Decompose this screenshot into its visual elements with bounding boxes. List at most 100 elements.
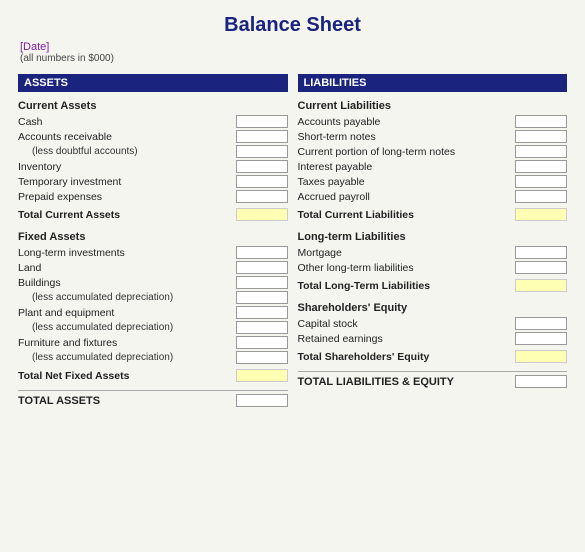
input-inventory[interactable]	[236, 160, 288, 173]
liabilities-column: LIABILITIES Current Liabilities Accounts…	[298, 74, 568, 410]
list-item: Furniture and fixtures	[18, 335, 288, 350]
input-plant-dep[interactable]	[236, 321, 288, 334]
input-buildings[interactable]	[236, 276, 288, 289]
date-label: [Date]	[20, 41, 567, 53]
list-item: (less accumulated depreciation)	[18, 320, 288, 335]
subtitle: (all numbers in $000)	[20, 53, 567, 64]
total-current-liabilities-row: Total Current Liabilities	[298, 206, 568, 223]
item-label: Short-term notes	[298, 131, 516, 143]
total-liabilities-equity-label: TOTAL LIABILITIES & EQUITY	[298, 376, 516, 388]
item-label: Buildings	[18, 277, 236, 289]
item-label: Inventory	[18, 161, 236, 173]
input-ap[interactable]	[515, 115, 567, 128]
list-item: Inventory	[18, 159, 288, 174]
liabilities-header: LIABILITIES	[298, 74, 568, 92]
list-item: Long-term investments	[18, 245, 288, 260]
input-total-current-liab[interactable]	[515, 208, 567, 221]
total-assets-label: TOTAL ASSETS	[18, 395, 236, 407]
assets-header: ASSETS	[18, 74, 288, 92]
list-item: Retained earnings	[298, 331, 568, 346]
list-item: Mortgage	[298, 245, 568, 260]
input-ar[interactable]	[236, 130, 288, 143]
item-label: Other long-term liabilities	[298, 262, 516, 274]
current-assets-title: Current Assets	[18, 100, 288, 112]
total-liabilities-equity-row: TOTAL LIABILITIES & EQUITY	[298, 371, 568, 391]
input-furniture[interactable]	[236, 336, 288, 349]
input-interest[interactable]	[515, 160, 567, 173]
input-furniture-dep[interactable]	[236, 351, 288, 364]
list-item: Plant and equipment	[18, 305, 288, 320]
item-label: Capital stock	[298, 318, 516, 330]
equity-title: Shareholders' Equity	[298, 302, 568, 314]
list-item: Interest payable	[298, 159, 568, 174]
item-label: Current portion of long-term notes	[298, 146, 516, 158]
item-label: Plant and equipment	[18, 307, 236, 319]
list-item: Accounts receivable	[18, 129, 288, 144]
page: Balance Sheet [Date] (all numbers in $00…	[0, 0, 585, 552]
list-item: Cash	[18, 114, 288, 129]
total-fixed-assets-row: Total Net Fixed Assets	[18, 367, 288, 384]
item-label: Accrued payroll	[298, 191, 516, 203]
total-fixed-assets-label: Total Net Fixed Assets	[18, 370, 236, 382]
input-total-fixed-assets[interactable]	[236, 369, 288, 382]
input-prepaid[interactable]	[236, 190, 288, 203]
current-liabilities-title: Current Liabilities	[298, 100, 568, 112]
page-title: Balance Sheet	[18, 14, 567, 37]
input-plant[interactable]	[236, 306, 288, 319]
input-land[interactable]	[236, 261, 288, 274]
item-label: (less accumulated depreciation)	[18, 292, 236, 303]
input-cash[interactable]	[236, 115, 288, 128]
input-accrued[interactable]	[515, 190, 567, 203]
item-label: Retained earnings	[298, 333, 516, 345]
list-item: Current portion of long-term notes	[298, 144, 568, 159]
input-total-liab-equity[interactable]	[515, 375, 567, 388]
input-total-longterm-liab[interactable]	[515, 279, 567, 292]
input-total-assets[interactable]	[236, 394, 288, 407]
total-current-assets-row: Total Current Assets	[18, 206, 288, 223]
total-equity-row: Total Shareholders' Equity	[298, 348, 568, 365]
input-total-current-assets[interactable]	[236, 208, 288, 221]
list-item: Temporary investment	[18, 174, 288, 189]
item-label: Land	[18, 262, 236, 274]
list-item: Taxes payable	[298, 174, 568, 189]
list-item: Prepaid expenses	[18, 189, 288, 204]
list-item: Short-term notes	[298, 129, 568, 144]
input-st-notes[interactable]	[515, 130, 567, 143]
input-buildings-dep[interactable]	[236, 291, 288, 304]
longterm-liabilities-title: Long-term Liabilities	[298, 231, 568, 243]
item-label: Long-term investments	[18, 247, 236, 259]
item-label: Accounts payable	[298, 116, 516, 128]
total-current-assets-label: Total Current Assets	[18, 209, 236, 221]
list-item: Other long-term liabilities	[298, 260, 568, 275]
item-label: Temporary investment	[18, 176, 236, 188]
item-label: Accounts receivable	[18, 131, 236, 143]
input-total-equity[interactable]	[515, 350, 567, 363]
item-label: Furniture and fixtures	[18, 337, 236, 349]
list-item: Capital stock	[298, 316, 568, 331]
input-temp-invest[interactable]	[236, 175, 288, 188]
fixed-assets-title: Fixed Assets	[18, 231, 288, 243]
total-longterm-liabilities-row: Total Long-Term Liabilities	[298, 277, 568, 294]
input-taxes[interactable]	[515, 175, 567, 188]
input-capital[interactable]	[515, 317, 567, 330]
assets-column: ASSETS Current Assets Cash Accounts rece…	[18, 74, 288, 410]
item-label: Prepaid expenses	[18, 191, 236, 203]
total-assets-row: TOTAL ASSETS	[18, 390, 288, 410]
item-label: (less doubtful accounts)	[18, 146, 236, 157]
list-item: Accrued payroll	[298, 189, 568, 204]
input-lt-invest[interactable]	[236, 246, 288, 259]
item-label: Cash	[18, 116, 236, 128]
list-item: (less doubtful accounts)	[18, 144, 288, 159]
input-doubtful[interactable]	[236, 145, 288, 158]
input-retained[interactable]	[515, 332, 567, 345]
list-item: Land	[18, 260, 288, 275]
input-other-lt[interactable]	[515, 261, 567, 274]
main-columns: ASSETS Current Assets Cash Accounts rece…	[18, 74, 567, 410]
input-current-lt[interactable]	[515, 145, 567, 158]
input-mortgage[interactable]	[515, 246, 567, 259]
item-label: (less accumulated depreciation)	[18, 352, 236, 363]
total-current-liab-label: Total Current Liabilities	[298, 209, 516, 221]
list-item: Buildings	[18, 275, 288, 290]
total-longterm-liab-label: Total Long-Term Liabilities	[298, 280, 516, 292]
item-label: (less accumulated depreciation)	[18, 322, 236, 333]
